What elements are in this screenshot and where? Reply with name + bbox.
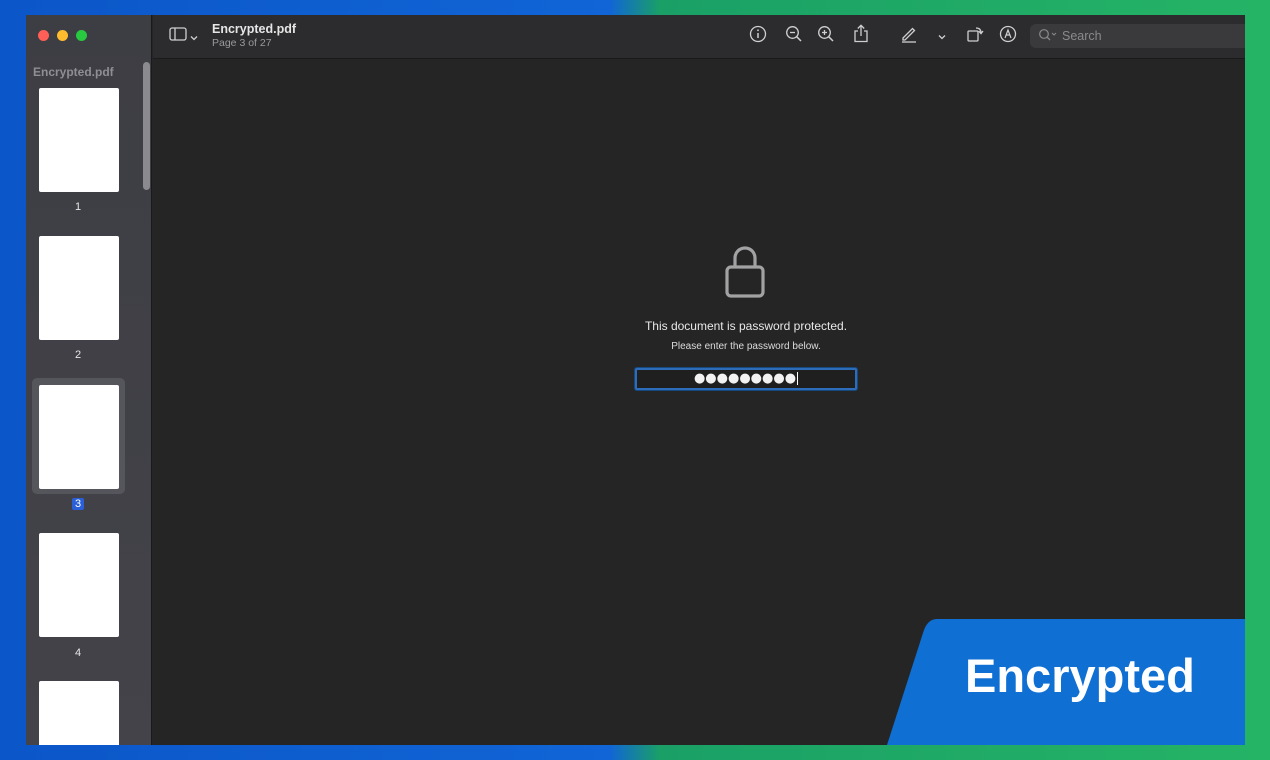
page-number-1: 1	[74, 201, 82, 213]
markup-button[interactable]	[898, 25, 920, 47]
toolbar: Encrypted.pdf Page 3 of 27 Search	[153, 15, 1245, 59]
page-number-3: 3	[26, 498, 130, 510]
page-number-2: 2	[74, 349, 82, 361]
window-controls	[38, 30, 87, 41]
text-caret	[797, 372, 799, 385]
zoom-out-icon	[785, 25, 803, 48]
markup-menu-button[interactable]	[931, 25, 953, 47]
password-instruction: Please enter the password below.	[671, 341, 821, 352]
lock-icon	[723, 243, 767, 306]
close-button[interactable]	[38, 30, 49, 41]
annotate-button[interactable]	[997, 25, 1019, 47]
chevron-down-icon	[938, 27, 946, 45]
sidebar-toggle-icon	[169, 27, 187, 46]
annotate-icon	[999, 25, 1017, 48]
search-icon	[1038, 28, 1058, 48]
page-thumbnail-3[interactable]	[39, 385, 119, 489]
zoom-in-icon	[817, 25, 835, 48]
page-thumbnail-2[interactable]	[39, 236, 119, 340]
page-number-4: 4	[74, 647, 82, 659]
document-title: Encrypted.pdf	[212, 22, 297, 36]
page-indicator: Page 3 of 27	[212, 37, 272, 49]
chevron-down-icon	[190, 28, 198, 46]
page-thumbnail-1[interactable]	[39, 88, 119, 192]
share-icon	[853, 24, 869, 48]
encrypted-badge-label: Encrypted	[965, 649, 1195, 702]
rotate-icon	[966, 25, 984, 48]
password-field[interactable]: ●●●●●●●●●	[635, 368, 857, 390]
protection-message: This document is password protected.	[644, 319, 848, 333]
markup-pen-icon	[900, 25, 918, 48]
page-number-3-label: 3	[71, 498, 85, 510]
rotate-button[interactable]	[964, 25, 986, 47]
share-button[interactable]	[850, 24, 872, 48]
info-icon	[749, 25, 767, 48]
zoom-button[interactable]	[76, 30, 87, 41]
sidebar-scrollbar[interactable]	[143, 62, 150, 190]
search-field[interactable]: Search	[1030, 24, 1245, 48]
sidebar-title: Encrypted.pdf	[33, 65, 114, 79]
minimize-button[interactable]	[57, 30, 68, 41]
page-thumbnail-4[interactable]	[39, 533, 119, 637]
zoom-out-button[interactable]	[783, 25, 805, 47]
page-thumbnail-5[interactable]	[39, 681, 119, 745]
info-button[interactable]	[747, 25, 769, 47]
sidebar-toggle-button[interactable]	[169, 27, 198, 46]
thumbnail-sidebar: Encrypted.pdf 1 2 3 4	[26, 15, 152, 745]
search-placeholder: Search	[1062, 29, 1102, 43]
zoom-in-button[interactable]	[815, 25, 837, 47]
password-value: ●●●●●●●●●	[693, 371, 797, 386]
